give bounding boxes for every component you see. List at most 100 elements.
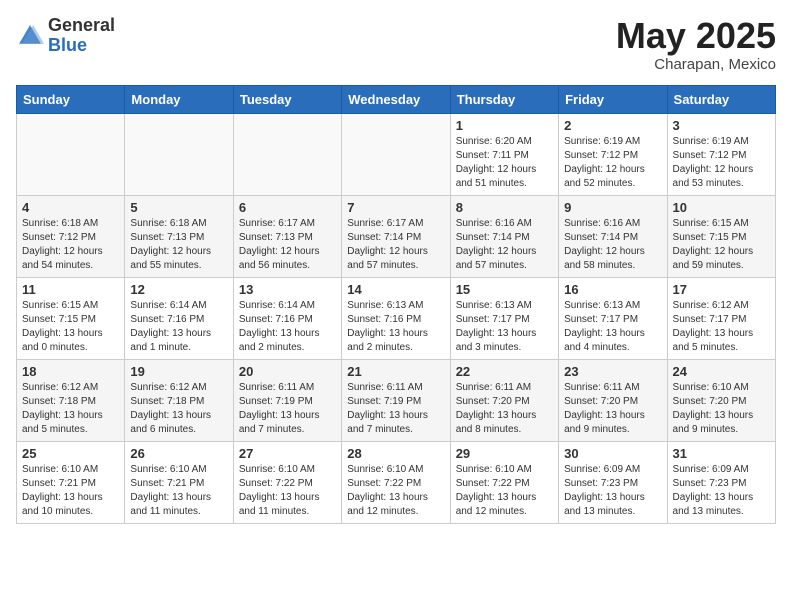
day-info: Sunrise: 6:14 AM Sunset: 7:16 PM Dayligh… bbox=[130, 299, 227, 355]
day-info: Sunrise: 6:12 AM Sunset: 7:18 PM Dayligh… bbox=[22, 381, 119, 437]
day-info: Sunrise: 6:10 AM Sunset: 7:21 PM Dayligh… bbox=[22, 463, 119, 519]
day-number: 23 bbox=[564, 364, 661, 379]
calendar-cell bbox=[342, 113, 450, 195]
calendar-cell: 25 Sunrise: 6:10 AM Sunset: 7:21 PM Dayli… bbox=[17, 441, 125, 523]
calendar-cell: 27 Sunrise: 6:10 AM Sunset: 7:22 PM Dayli… bbox=[233, 441, 341, 523]
day-info: Sunrise: 6:11 AM Sunset: 7:19 PM Dayligh… bbox=[239, 381, 336, 437]
calendar-cell: 26Sunrise: 6:10 AM Sunset: 7:21 PM Dayli… bbox=[125, 441, 233, 523]
calendar-week-row: 1 Sunrise: 6:20 AM Sunset: 7:11 PM Daylig… bbox=[17, 113, 776, 195]
day-info: Sunrise: 6:09 AM Sunset: 7:23 PM Dayligh… bbox=[673, 463, 770, 519]
col-header-wednesday: Wednesday bbox=[342, 85, 450, 113]
day-info: Sunrise: 6:10 AM Sunset: 7:22 PM Dayligh… bbox=[456, 463, 553, 519]
day-number: 16 bbox=[564, 282, 661, 297]
calendar-cell: 1 Sunrise: 6:20 AM Sunset: 7:11 PM Daylig… bbox=[450, 113, 558, 195]
day-number: 19 bbox=[130, 364, 227, 379]
calendar-week-row: 18 Sunrise: 6:12 AM Sunset: 7:18 PM Dayli… bbox=[17, 359, 776, 441]
day-info: Sunrise: 6:19 AM Sunset: 7:12 PM Dayligh… bbox=[673, 135, 770, 191]
day-number: 17 bbox=[673, 282, 770, 297]
col-header-friday: Friday bbox=[559, 85, 667, 113]
logo-general-text: General bbox=[48, 15, 115, 35]
calendar-cell bbox=[233, 113, 341, 195]
day-number: 4 bbox=[22, 200, 119, 215]
day-number: 11 bbox=[22, 282, 119, 297]
col-header-saturday: Saturday bbox=[667, 85, 775, 113]
calendar-cell: 3 Sunrise: 6:19 AM Sunset: 7:12 PM Daylig… bbox=[667, 113, 775, 195]
calendar-cell: 20 Sunrise: 6:11 AM Sunset: 7:19 PM Dayli… bbox=[233, 359, 341, 441]
day-number: 25 bbox=[22, 446, 119, 461]
calendar-cell: 18 Sunrise: 6:12 AM Sunset: 7:18 PM Dayli… bbox=[17, 359, 125, 441]
month-year-title: May 2025 bbox=[616, 16, 776, 56]
calendar-cell: 22 Sunrise: 6:11 AM Sunset: 7:20 PM Dayli… bbox=[450, 359, 558, 441]
day-number: 12 bbox=[130, 282, 227, 297]
day-info: Sunrise: 6:10 AM Sunset: 7:22 PM Dayligh… bbox=[347, 463, 444, 519]
calendar-cell: 9Sunrise: 6:16 AM Sunset: 7:14 PM Daylig… bbox=[559, 195, 667, 277]
day-number: 6 bbox=[239, 200, 336, 215]
calendar-cell: 31 Sunrise: 6:09 AM Sunset: 7:23 PM Dayli… bbox=[667, 441, 775, 523]
calendar-week-row: 25 Sunrise: 6:10 AM Sunset: 7:21 PM Dayli… bbox=[17, 441, 776, 523]
day-number: 31 bbox=[673, 446, 770, 461]
day-info: Sunrise: 6:17 AM Sunset: 7:14 PM Dayligh… bbox=[347, 217, 444, 273]
day-number: 21 bbox=[347, 364, 444, 379]
calendar-cell: 2Sunrise: 6:19 AM Sunset: 7:12 PM Daylig… bbox=[559, 113, 667, 195]
day-info: Sunrise: 6:16 AM Sunset: 7:14 PM Dayligh… bbox=[564, 217, 661, 273]
day-info: Sunrise: 6:10 AM Sunset: 7:20 PM Dayligh… bbox=[673, 381, 770, 437]
day-info: Sunrise: 6:10 AM Sunset: 7:21 PM Dayligh… bbox=[130, 463, 227, 519]
calendar-cell: 23 Sunrise: 6:11 AM Sunset: 7:20 PM Dayli… bbox=[559, 359, 667, 441]
calendar-table: SundayMondayTuesdayWednesdayThursdayFrid… bbox=[16, 85, 776, 524]
day-number: 8 bbox=[456, 200, 553, 215]
day-number: 20 bbox=[239, 364, 336, 379]
col-header-sunday: Sunday bbox=[17, 85, 125, 113]
day-number: 28 bbox=[347, 446, 444, 461]
calendar-cell: 8Sunrise: 6:16 AM Sunset: 7:14 PM Daylig… bbox=[450, 195, 558, 277]
day-info: Sunrise: 6:13 AM Sunset: 7:16 PM Dayligh… bbox=[347, 299, 444, 355]
day-info: Sunrise: 6:20 AM Sunset: 7:11 PM Dayligh… bbox=[456, 135, 553, 191]
calendar-cell: 5Sunrise: 6:18 AM Sunset: 7:13 PM Daylig… bbox=[125, 195, 233, 277]
day-info: Sunrise: 6:17 AM Sunset: 7:13 PM Dayligh… bbox=[239, 217, 336, 273]
day-number: 29 bbox=[456, 446, 553, 461]
calendar-cell: 19 Sunrise: 6:12 AM Sunset: 7:18 PM Dayli… bbox=[125, 359, 233, 441]
calendar-cell bbox=[17, 113, 125, 195]
day-info: Sunrise: 6:12 AM Sunset: 7:18 PM Dayligh… bbox=[130, 381, 227, 437]
day-info: Sunrise: 6:19 AM Sunset: 7:12 PM Dayligh… bbox=[564, 135, 661, 191]
day-number: 18 bbox=[22, 364, 119, 379]
day-number: 7 bbox=[347, 200, 444, 215]
calendar-cell: 16Sunrise: 6:13 AM Sunset: 7:17 PM Dayli… bbox=[559, 277, 667, 359]
day-info: Sunrise: 6:11 AM Sunset: 7:19 PM Dayligh… bbox=[347, 381, 444, 437]
location-subtitle: Charapan, Mexico bbox=[616, 56, 776, 73]
day-info: Sunrise: 6:15 AM Sunset: 7:15 PM Dayligh… bbox=[673, 217, 770, 273]
day-number: 10 bbox=[673, 200, 770, 215]
calendar-cell: 30 Sunrise: 6:09 AM Sunset: 7:23 PM Dayli… bbox=[559, 441, 667, 523]
calendar-cell: 14Sunrise: 6:13 AM Sunset: 7:16 PM Dayli… bbox=[342, 277, 450, 359]
calendar-cell: 15Sunrise: 6:13 AM Sunset: 7:17 PM Dayli… bbox=[450, 277, 558, 359]
day-info: Sunrise: 6:10 AM Sunset: 7:22 PM Dayligh… bbox=[239, 463, 336, 519]
day-info: Sunrise: 6:11 AM Sunset: 7:20 PM Dayligh… bbox=[564, 381, 661, 437]
logo: General Blue bbox=[16, 16, 115, 56]
day-info: Sunrise: 6:18 AM Sunset: 7:12 PM Dayligh… bbox=[22, 217, 119, 273]
day-number: 13 bbox=[239, 282, 336, 297]
calendar-week-row: 11 Sunrise: 6:15 AM Sunset: 7:15 PM Dayli… bbox=[17, 277, 776, 359]
calendar-cell: 24Sunrise: 6:10 AM Sunset: 7:20 PM Dayli… bbox=[667, 359, 775, 441]
col-header-tuesday: Tuesday bbox=[233, 85, 341, 113]
day-info: Sunrise: 6:12 AM Sunset: 7:17 PM Dayligh… bbox=[673, 299, 770, 355]
day-number: 22 bbox=[456, 364, 553, 379]
day-info: Sunrise: 6:09 AM Sunset: 7:23 PM Dayligh… bbox=[564, 463, 661, 519]
day-number: 27 bbox=[239, 446, 336, 461]
calendar-cell: 17 Sunrise: 6:12 AM Sunset: 7:17 PM Dayli… bbox=[667, 277, 775, 359]
calendar-cell: 10 Sunrise: 6:15 AM Sunset: 7:15 PM Dayli… bbox=[667, 195, 775, 277]
calendar-cell: 13Sunrise: 6:14 AM Sunset: 7:16 PM Dayli… bbox=[233, 277, 341, 359]
day-info: Sunrise: 6:11 AM Sunset: 7:20 PM Dayligh… bbox=[456, 381, 553, 437]
calendar-header-row: SundayMondayTuesdayWednesdayThursdayFrid… bbox=[17, 85, 776, 113]
day-number: 5 bbox=[130, 200, 227, 215]
day-info: Sunrise: 6:15 AM Sunset: 7:15 PM Dayligh… bbox=[22, 299, 119, 355]
calendar-cell: 29 Sunrise: 6:10 AM Sunset: 7:22 PM Dayli… bbox=[450, 441, 558, 523]
col-header-thursday: Thursday bbox=[450, 85, 558, 113]
calendar-week-row: 4 Sunrise: 6:18 AM Sunset: 7:12 PM Daylig… bbox=[17, 195, 776, 277]
day-number: 15 bbox=[456, 282, 553, 297]
calendar-cell: 12 Sunrise: 6:14 AM Sunset: 7:16 PM Dayli… bbox=[125, 277, 233, 359]
day-number: 1 bbox=[456, 118, 553, 133]
day-number: 3 bbox=[673, 118, 770, 133]
calendar-cell: 6 Sunrise: 6:17 AM Sunset: 7:13 PM Daylig… bbox=[233, 195, 341, 277]
calendar-cell: 4 Sunrise: 6:18 AM Sunset: 7:12 PM Daylig… bbox=[17, 195, 125, 277]
day-number: 30 bbox=[564, 446, 661, 461]
logo-icon bbox=[16, 22, 44, 50]
